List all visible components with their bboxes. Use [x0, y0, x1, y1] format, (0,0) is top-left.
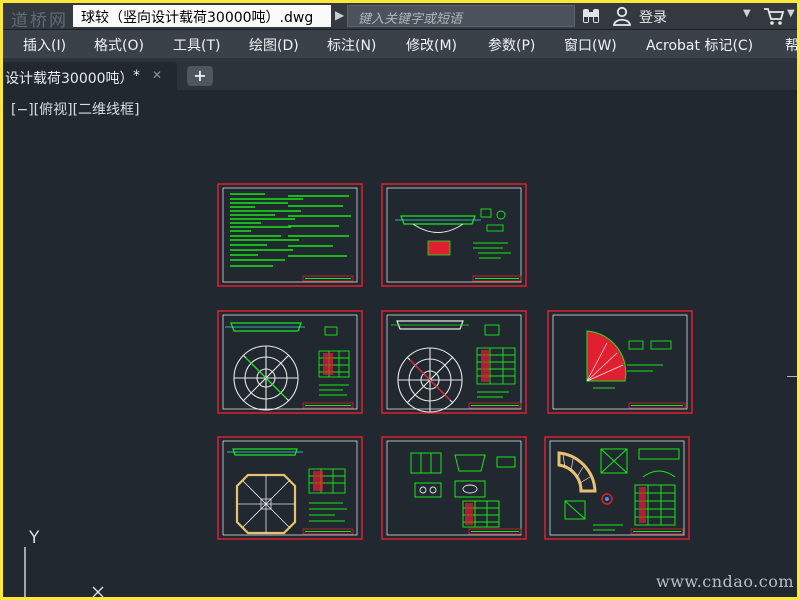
sheet-5[interactable]: [547, 310, 693, 414]
sheet-7[interactable]: [381, 436, 527, 540]
viewport-edge-tick: [787, 376, 797, 377]
sheet-2[interactable]: [381, 183, 527, 287]
sheet-6[interactable]: [217, 436, 363, 540]
site-watermark: www.cndao.com: [656, 572, 795, 591]
sheet-4[interactable]: [381, 310, 527, 414]
sheet-1[interactable]: [217, 183, 363, 287]
sheet-3[interactable]: [217, 310, 363, 414]
drawing-canvas[interactable]: [3, 3, 797, 597]
ucs-y-label: Y: [28, 528, 40, 548]
sheet-8[interactable]: [544, 436, 690, 540]
ucs-axis-icon: Y: [24, 528, 104, 597]
app-window: 道桥网 球较（竖向设计载荷30000吨）.dwg ▶ 键入关键字或短语 登录 ▼…: [3, 3, 797, 597]
